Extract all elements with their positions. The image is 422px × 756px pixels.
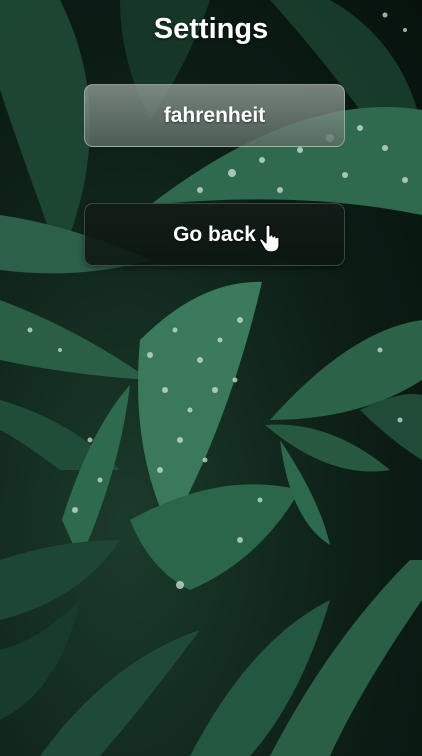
go-back-label: Go back: [173, 222, 256, 246]
page-title: Settings: [153, 13, 269, 45]
temperature-unit-button[interactable]: fahrenheit: [84, 84, 345, 147]
temperature-unit-label: fahrenheit: [163, 103, 266, 127]
go-back-button[interactable]: Go back: [84, 203, 345, 266]
